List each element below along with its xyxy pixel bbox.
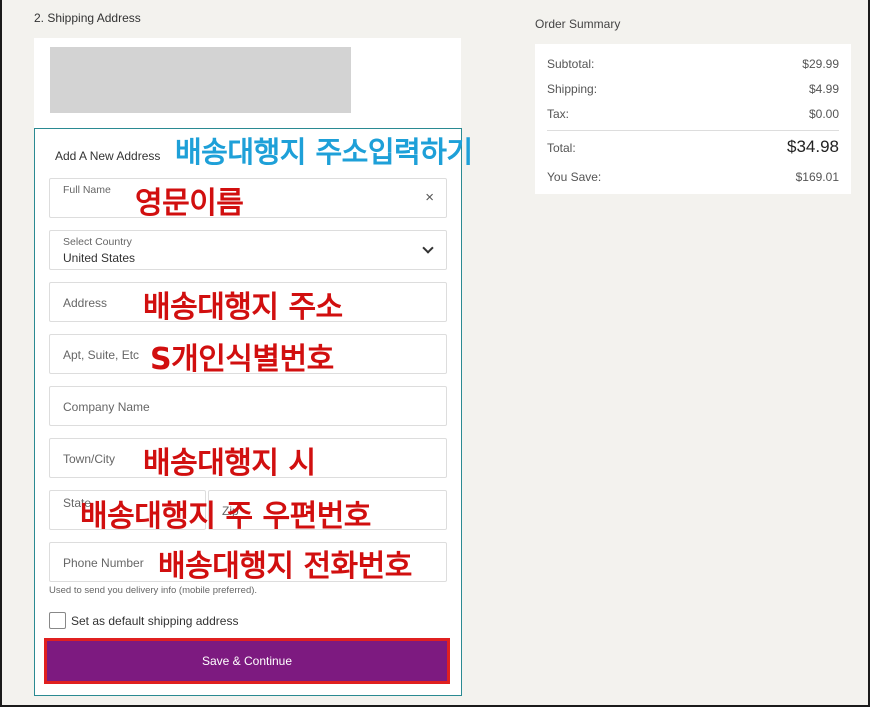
form-heading: Add A New Address — [55, 149, 161, 163]
clear-icon[interactable]: × — [425, 189, 434, 206]
redacted-address-block — [50, 47, 351, 113]
annotation-address: 배송대행지 주소 — [143, 290, 343, 325]
order-summary-card: Subtotal: $29.99 Shipping: $4.99 Tax: $0… — [535, 44, 851, 194]
annotation-city: 배송대행지 시 — [143, 446, 316, 481]
address-placeholder: Address — [63, 296, 108, 310]
default-address-label[interactable]: Set as default shipping address — [71, 614, 238, 628]
summary-label: Tax: — [547, 107, 570, 121]
summary-row-total: Total: $34.98 — [547, 137, 839, 156]
summary-value: $4.99 — [808, 82, 839, 96]
country-select[interactable]: Select Country United States — [49, 230, 447, 270]
summary-total-value: $34.98 — [787, 137, 839, 156]
save-button-highlight: Save & Continue — [44, 638, 450, 684]
new-address-form: Add A New Address Full Name × Select Cou… — [34, 128, 462, 696]
phone-helper-text: Used to send you delivery info (mobile p… — [49, 585, 258, 596]
save-continue-button[interactable]: Save & Continue — [47, 641, 447, 681]
saved-address-card[interactable] — [34, 38, 461, 128]
summary-label: Shipping: — [547, 82, 598, 96]
summary-row-subtotal: Subtotal: $29.99 — [547, 57, 839, 71]
annotation-apt: S개인식별번호 — [150, 342, 334, 377]
country-value: United States — [63, 251, 136, 265]
summary-row-savings: You Save: $169.01 — [547, 170, 839, 184]
summary-row-tax: Tax: $0.00 — [547, 107, 839, 121]
order-summary-title: Order Summary — [535, 17, 621, 31]
summary-row-shipping: Shipping: $4.99 — [547, 82, 839, 96]
country-label: Select Country — [63, 236, 132, 248]
phone-placeholder: Phone Number — [63, 556, 144, 570]
summary-savings-value: $169.01 — [795, 170, 839, 184]
summary-total-label: Total: — [547, 141, 576, 155]
chevron-down-icon[interactable] — [422, 242, 434, 254]
annotation-title: 배송대행지 주소입력하기 — [175, 135, 473, 169]
annotation-phone: 배송대행지 전화번호 — [158, 549, 412, 584]
summary-divider — [547, 130, 839, 131]
full-name-label: Full Name — [63, 184, 111, 196]
company-input[interactable]: Company Name — [49, 386, 447, 426]
company-placeholder: Company Name — [63, 400, 150, 414]
annotation-state-zip: 배송대행지 주 우편번호 — [80, 499, 371, 534]
summary-value: $0.00 — [808, 107, 839, 121]
city-placeholder: Town/City — [63, 452, 116, 466]
annotation-full-name: 영문이름 — [135, 186, 244, 221]
full-name-field[interactable]: Full Name × — [49, 178, 447, 218]
default-address-checkbox[interactable] — [49, 612, 66, 629]
section-title: 2. Shipping Address — [34, 11, 141, 25]
apt-placeholder: Apt, Suite, Etc — [63, 348, 140, 362]
summary-savings-label: You Save: — [547, 170, 602, 184]
summary-value: $29.99 — [802, 57, 839, 71]
summary-label: Subtotal: — [547, 57, 595, 71]
